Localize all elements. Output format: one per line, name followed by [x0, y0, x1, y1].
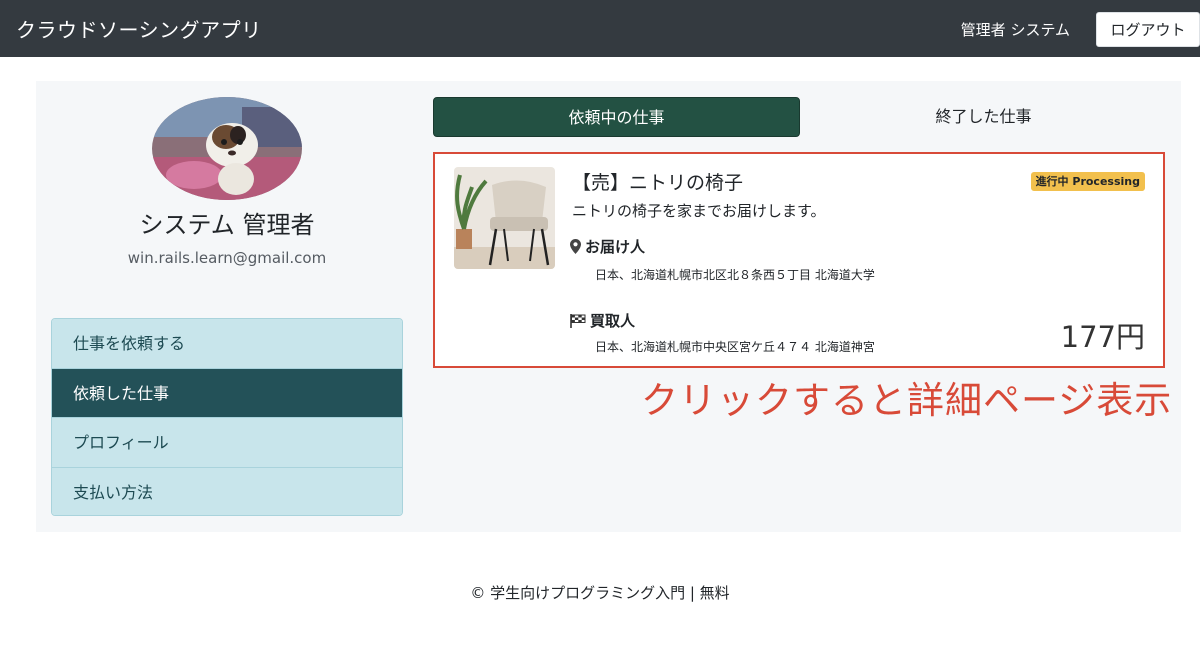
- side-menu-item-requested-jobs[interactable]: 依頼した仕事: [52, 368, 402, 418]
- side-menu-item-profile[interactable]: プロフィール: [52, 418, 402, 468]
- profile-email: win.rails.learn@gmail.com: [127, 249, 327, 267]
- side-menu: 仕事を依頼する 依頼した仕事 プロフィール 支払い方法: [51, 318, 403, 516]
- profile-name: システム 管理者: [139, 211, 315, 239]
- footer: © 学生向けプログラミング入門 | 無料: [470, 584, 730, 602]
- map-pin-icon: [570, 239, 581, 254]
- click-annotation: クリックすると詳細ページ表示: [641, 379, 1173, 422]
- app-brand[interactable]: クラウドソーシングアプリ: [16, 14, 262, 43]
- buyer-label: 買取人: [590, 312, 636, 330]
- logout-button[interactable]: ログアウト: [1096, 12, 1200, 47]
- job-price: 177円: [1060, 320, 1145, 354]
- job-title: 【売】ニトリの椅子: [572, 172, 744, 194]
- tab-finished-jobs[interactable]: 終了した仕事: [800, 97, 1167, 137]
- job-card[interactable]: 【売】ニトリの椅子 ニトリの椅子を家までお届けします。 進行中 Processi…: [433, 152, 1165, 368]
- current-user-name: 管理者 システム: [960, 21, 1070, 39]
- job-description: ニトリの椅子を家までお届けします。: [572, 202, 826, 220]
- side-menu-item-request-job[interactable]: 仕事を依頼する: [52, 319, 402, 369]
- tab-active-jobs[interactable]: 依頼中の仕事: [433, 97, 800, 137]
- side-menu-item-payment-method[interactable]: 支払い方法: [52, 467, 402, 515]
- buyer-label-row: 買取人: [570, 310, 635, 331]
- delivery-label-row: お届け人: [570, 236, 645, 257]
- status-badge: 進行中 Processing: [1030, 172, 1145, 191]
- avatar: [152, 97, 302, 200]
- delivery-address: 日本、北海道札幌市北区北８条西５丁目 北海道大学: [595, 268, 875, 282]
- delivery-label: お届け人: [585, 238, 646, 256]
- job-thumbnail: [454, 167, 555, 269]
- checkered-flag-icon: [570, 314, 586, 328]
- navbar: クラウドソーシングアプリ 管理者 システム ログアウト: [0, 0, 1200, 57]
- buyer-address: 日本、北海道札幌市中央区宮ケ丘４７４ 北海道神宮: [595, 340, 875, 354]
